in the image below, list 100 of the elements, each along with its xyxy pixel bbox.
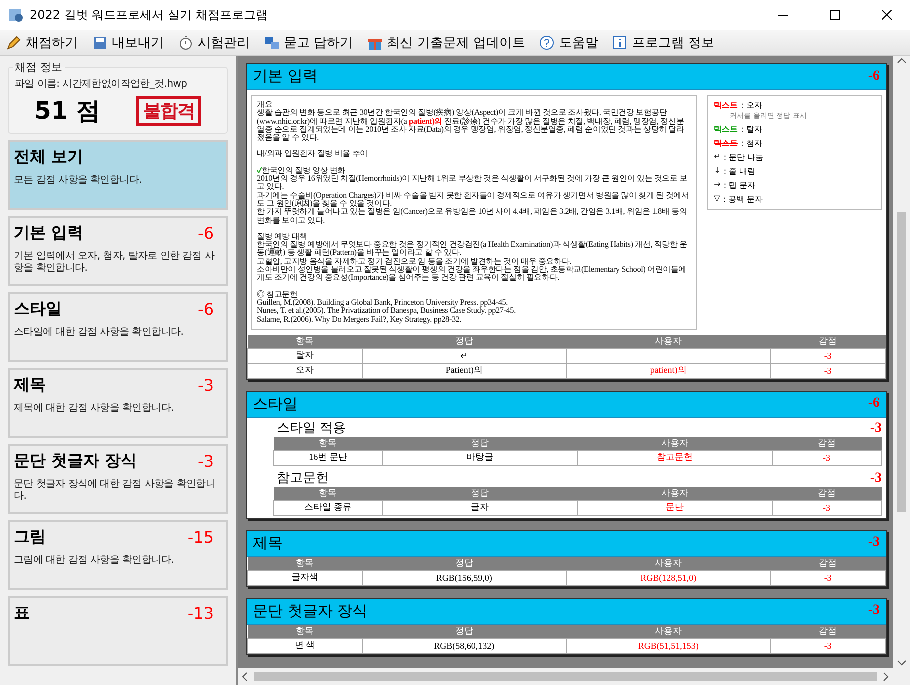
section-deduction: -6 (868, 396, 880, 412)
minimize-icon[interactable] (778, 14, 788, 16)
column-header: 정답 (362, 624, 566, 638)
toolbar-button[interactable]: 최신 기출문제 업데이트 (367, 34, 526, 52)
close-icon[interactable] (882, 10, 892, 20)
scroll-right-icon[interactable] (881, 672, 891, 682)
pencil-icon (6, 34, 22, 50)
table-cell: patient)의 (566, 363, 771, 378)
section-title: 기본 입력 (253, 67, 318, 86)
toolbar-button[interactable]: 묻고 답하기 (264, 34, 354, 52)
category-card[interactable]: 표 -13 (8, 596, 228, 666)
category-description: 문단 첫글자 장식에 대한 감점 사항을 확인합니다. (14, 479, 217, 503)
category-card[interactable]: 스타일 -6 스타일에 대한 감점 사항을 확인합니다. (8, 292, 228, 362)
column-header: 항목 (248, 624, 362, 638)
column-header: 항목 (248, 556, 362, 570)
document-paragraph: ◎ 참고문헌 (257, 290, 298, 299)
category-description: 스타일에 대한 감점 사항을 확인합니다. (14, 327, 185, 339)
table-cell: 스타일 종류 (274, 500, 383, 516)
document-paragraph: 생활 습관의 변화 등으로 최근 30년간 한국인의 질병(疾病) 양상(Aspect)이 크게 바뀐 것으로 조사됐다. 국민건강 보험공단(www.nhic.or.kr)에 따르면 지난해 입원환자(a patient)의 진료(診療) 건수가 가장 많은 질병은 치질, 백내장, 폐렴, 맹장염, 정신분열증 순으로 집계되었는데 이는 2010년 조사 자료(Data)의 경우 맹장염, 위장염, 정신분열증, 폐렴 순이었던 것과는 상당히 달라졌음을 알 수 있다. (257, 109, 686, 142)
table-cell: 문단 (577, 500, 772, 516)
subsection-deduction: -3 (870, 420, 882, 437)
table-cell: 글자 (382, 500, 578, 516)
category-deduction: -6 (198, 224, 215, 243)
stopwatch-icon (178, 34, 194, 50)
table-cell: -3 (770, 570, 886, 586)
document-paragraph: 한 가지 뚜렷하게 늘어나고 있는 질병은 암(Cancer)으로 유방암은 10년 사이 4.4배, 폐암은 3.2배, 간암은 3.1배, 위암은 1.8배 등의 변화를 보이고 있다. (257, 208, 688, 225)
category-deduction: -3 (198, 376, 215, 395)
horizontal-scrollbar[interactable] (238, 668, 893, 685)
result-stamp: 불합격 (136, 96, 202, 126)
table-cell: 바탕글 (382, 450, 578, 466)
legend-sample: 텍스트 (714, 138, 738, 149)
score: 51 점 (34, 96, 100, 127)
toolbar-button[interactable]: 도움말 (539, 34, 598, 52)
category-deduction: -13 (188, 604, 215, 623)
category-title: 표 (14, 603, 30, 624)
column-header: 항목 (248, 334, 362, 348)
toolbar-button[interactable]: 채점하기 (6, 34, 78, 52)
column-header: 항목 (274, 486, 383, 500)
vertical-scrollbar[interactable] (893, 56, 910, 668)
document-paragraph: Guillen, M.(2008). Building a Global Bank, Princeton University Press. pp34-45. (257, 298, 508, 307)
legend-label: : 탭 문자 (724, 180, 756, 191)
table-cell: -3 (772, 500, 882, 516)
column-header: 감점 (770, 556, 886, 570)
table-cell: 탈자 (248, 348, 362, 364)
column-header: 정답 (362, 334, 566, 348)
info-icon (612, 34, 628, 50)
section-deduction: -3 (868, 603, 880, 620)
category-title: 제목 (14, 375, 46, 396)
column-header: 사용자 (566, 624, 771, 638)
document-paragraph: 질병 예방 대책 (257, 232, 308, 241)
column-header: 사용자 (577, 436, 772, 450)
category-card[interactable]: 전체 보기 모든 감점 사항을 확인합니다. (8, 140, 228, 210)
legend-label: : 첨자 (741, 138, 762, 149)
table-cell: -3 (770, 363, 886, 378)
category-title: 기본 입력 (14, 223, 84, 244)
scroll-up-icon[interactable] (896, 56, 906, 66)
column-header: 정답 (362, 556, 566, 570)
file-name: 파일 이름: 시간제한없이작업한_것.hwp (14, 78, 188, 91)
legend-label: : 탈자 (741, 124, 762, 135)
toolbar-button[interactable]: 내보내기 (92, 34, 164, 52)
table-cell: 16번 문단 (274, 450, 383, 466)
scroll-down-icon[interactable] (896, 658, 906, 668)
document-paragraph: 한국인의 질병 양상 변화 (262, 166, 346, 175)
column-header: 정답 (382, 486, 578, 500)
category-card[interactable]: 제목 -3 제목에 대한 감점 사항을 확인합니다. (8, 368, 228, 438)
legend-sample: ▽ (714, 194, 720, 205)
document-paragraph: 개요 (257, 101, 273, 109)
column-header: 사용자 (566, 334, 771, 348)
table-cell: -3 (770, 348, 886, 364)
column-header: 항목 (274, 436, 383, 450)
category-deduction: -6 (198, 300, 215, 319)
maximize-icon[interactable] (830, 10, 840, 20)
category-deduction: -3 (198, 452, 215, 471)
document-paragraph: Salame, R.(2006). Why Do Mergers Fail?, Key Strategy. pp28-32. (257, 316, 462, 324)
table-cell: RGB(156,59,0) (362, 570, 566, 586)
legend-label: : 문단 나눔 (724, 152, 764, 163)
section-title: 제목 (253, 534, 283, 553)
toolbar-button[interactable]: 시험관리 (178, 34, 250, 52)
category-deduction: -15 (188, 528, 215, 547)
category-card[interactable]: 문단 첫글자 장식 -3 문단 첫글자 장식에 대한 감점 사항을 확인합니다. (8, 444, 228, 514)
panel-legend: 채점 정보 (13, 60, 64, 75)
table-cell: 오자 (248, 363, 362, 378)
document-paragraph: 2010년의 경우 16위였던 치질(Hemorrhoids)이 지난해 1위로 부상한 것은 식생활이 서구화된 것에 가장 큰 원인이 있는 것으로 보고 있다. (257, 175, 688, 192)
category-card[interactable]: 기본 입력 -6 기본 입력에서 오자, 첨자, 탈자로 인한 감점 사항을 확인합니다. (8, 216, 228, 286)
scroll-left-icon[interactable] (240, 672, 250, 682)
legend-label: : 공백 문자 (723, 194, 764, 205)
document-paragraph: Nunes, T. et al.(2005). The Privatization of Banespa, Business Case Study. pp27-45. (257, 307, 516, 316)
toolbar-button[interactable]: 프로그램 정보 (612, 34, 715, 52)
category-card[interactable]: 그림 -15 그림에 대한 감점 사항을 확인합니다. (8, 520, 228, 590)
app-icon (8, 7, 24, 23)
document-paragraph: 한국인의 질병 예방에서 무엇보다 중요한 것은 정기적인 건강검진(a Health Examination)과 식생활(Eating Habits) 개선, 적당한 운동(運動) 등 생활 패턴(Pattern)을 바꾸는 일이라고 할 수 있다. (257, 241, 688, 258)
category-title: 문단 첫글자 장식 (14, 451, 138, 472)
table-cell: RGB(58,60,132) (362, 638, 566, 654)
legend-sample: 텍스트 (714, 124, 738, 135)
legend-sample: ↵ (714, 152, 721, 163)
table-cell: -3 (770, 638, 886, 654)
table-cell: ↵ (362, 348, 566, 364)
legend-label: : 줄 내림 (724, 166, 756, 177)
table-cell: -3 (772, 450, 882, 466)
category-description: 기본 입력에서 오자, 첨자, 탈자로 인한 감점 사항을 확인합니다. (14, 251, 216, 275)
